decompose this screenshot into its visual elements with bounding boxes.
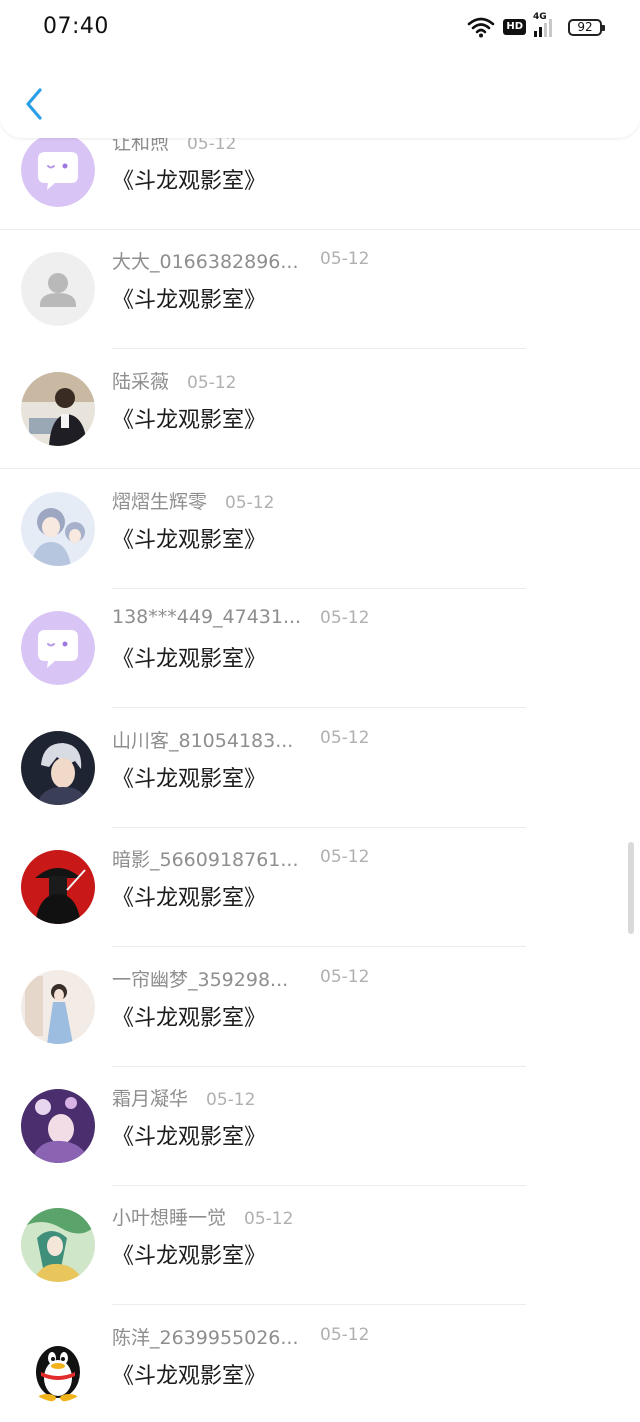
avatar[interactable]: [21, 372, 95, 446]
avatar[interactable]: [21, 1328, 95, 1402]
message-date: 05-12: [187, 373, 237, 393]
list-item[interactable]: 陆采薇 05-12 《斗龙观影室》: [0, 350, 640, 469]
message-date: 05-12: [320, 249, 370, 269]
divider: [0, 468, 640, 469]
sender-name: 熠熠生辉零 05-12: [112, 491, 275, 513]
sender-name: 小叶想睡一觉 05-12: [112, 1207, 294, 1229]
back-button[interactable]: [18, 82, 54, 126]
sender-name: 陆采薇 05-12: [112, 371, 237, 393]
battery-level: 92: [577, 19, 593, 34]
message-date: 05-12: [320, 847, 370, 867]
divider: [112, 946, 526, 947]
message-date: 05-12: [225, 493, 275, 513]
avatar[interactable]: [21, 252, 95, 326]
sender-name: 138***449_47431... 05-12: [112, 606, 370, 628]
list-item[interactable]: 一帘幽梦_359298... 05-12 《斗龙观影室》: [0, 948, 640, 1067]
message-preview: 《斗龙观影室》: [112, 528, 267, 553]
list-item[interactable]: 熠熠生辉零 05-12 《斗龙观影室》: [0, 470, 640, 589]
list-item[interactable]: 霜月凝华 05-12 《斗龙观影室》: [0, 1067, 640, 1186]
list-item[interactable]: 陈洋_2639955026... 05-12 《斗龙观影室》: [0, 1306, 640, 1422]
message-date: 05-12: [206, 1090, 256, 1110]
avatar[interactable]: [21, 611, 95, 685]
sender-name: 霜月凝华 05-12: [112, 1088, 256, 1110]
message-preview: 《斗龙观影室》: [112, 1125, 267, 1150]
message-date: 05-12: [320, 967, 370, 987]
sender-name: 陈洋_2639955026... 05-12: [112, 1325, 370, 1349]
message-preview: 《斗龙观影室》: [112, 886, 267, 911]
network-type: 4G: [533, 12, 547, 22]
message-preview: 《斗龙观影室》: [112, 1006, 267, 1031]
avatar[interactable]: [21, 492, 95, 566]
sender-name: 一帘幽梦_359298... 05-12: [112, 967, 370, 991]
wifi-icon: [468, 17, 495, 38]
status-time: 07:40: [43, 14, 109, 39]
avatar[interactable]: [21, 731, 95, 805]
divider: [112, 707, 526, 708]
list-item[interactable]: 大大_0166382896... 05-12 《斗龙观影室》: [0, 230, 640, 349]
message-preview: 《斗龙观影室》: [112, 169, 267, 194]
avatar[interactable]: [21, 1089, 95, 1163]
status-icons: HD 4G 92: [467, 12, 605, 38]
list-item[interactable]: 小叶想睡一觉 05-12 《斗龙观影室》: [0, 1186, 640, 1305]
header: 07:40 HD 4G 92: [0, 0, 640, 138]
avatar[interactable]: [21, 850, 95, 924]
avatar[interactable]: [21, 1208, 95, 1282]
message-date: 05-12: [320, 728, 370, 748]
message-preview: 《斗龙观影室》: [112, 1364, 267, 1389]
battery-icon: 92: [568, 18, 605, 36]
scrollbar[interactable]: [628, 842, 634, 934]
message-date: 05-12: [244, 1209, 294, 1229]
message-preview: 《斗龙观影室》: [112, 767, 267, 792]
divider: [112, 348, 526, 349]
list-item[interactable]: 138***449_47431... 05-12 《斗龙观影室》: [0, 589, 640, 708]
message-date: 05-12: [320, 1325, 370, 1345]
message-preview: 《斗龙观影室》: [112, 288, 267, 313]
message-preview: 《斗龙观影室》: [112, 1244, 267, 1269]
message-date: 05-12: [320, 608, 370, 628]
list-item[interactable]: 暗影_5660918761... 05-12 《斗龙观影室》: [0, 828, 640, 947]
message-preview: 《斗龙观影室》: [112, 408, 267, 433]
divider: [112, 1304, 526, 1305]
sender-name: 暗影_5660918761... 05-12: [112, 847, 370, 871]
hd-badge: HD: [503, 19, 526, 35]
sender-name: 大大_0166382896... 05-12: [112, 249, 370, 273]
sender-name: 山川客_81054183... 05-12: [112, 728, 370, 752]
chevron-left-icon: [26, 88, 42, 120]
avatar[interactable]: [21, 133, 95, 207]
message-preview: 《斗龙观影室》: [112, 647, 267, 672]
signal-icon: 4G: [533, 12, 552, 37]
avatar[interactable]: [21, 970, 95, 1044]
list-item[interactable]: 山川客_81054183... 05-12 《斗龙观影室》: [0, 709, 640, 828]
